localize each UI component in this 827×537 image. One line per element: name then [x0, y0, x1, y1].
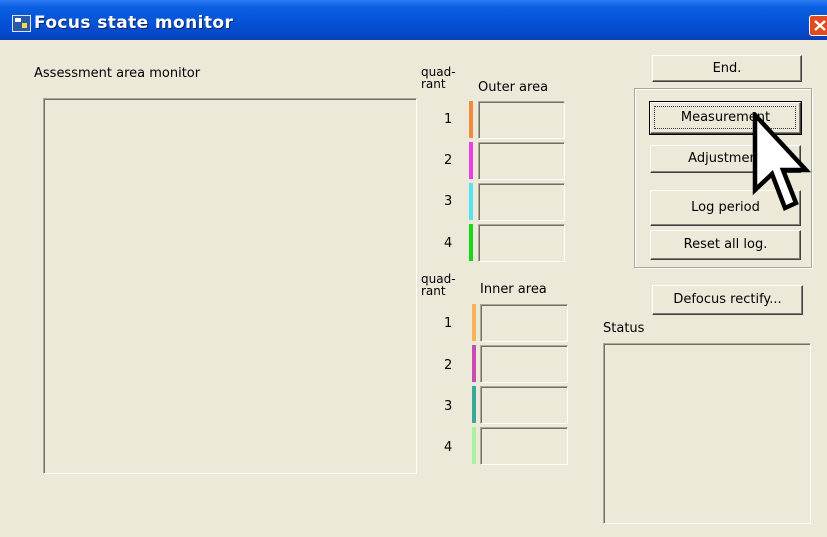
inner-quadrant-color-bar	[472, 427, 476, 464]
inner-quadrant-value-box	[480, 345, 568, 383]
inner-quadrant-color-bar	[472, 345, 476, 382]
inner-area-label: Inner area	[480, 282, 547, 297]
outer-quadrant-color-bar	[469, 183, 473, 220]
outer-quadrant-number: 4	[444, 236, 453, 251]
outer-quadrant-color-bar	[469, 224, 473, 261]
inner-quadrant-value-box	[480, 386, 568, 424]
outer-quad-label-bottom: rant	[421, 77, 446, 91]
assessment-area-title: Assessment area monitor	[34, 66, 201, 81]
outer-quadrant-value-box	[478, 142, 565, 180]
mouse-pointer-icon	[752, 112, 812, 212]
outer-quadrant-value-box	[478, 101, 565, 139]
outer-quadrant-number: 3	[444, 194, 453, 209]
inner-quadrant-color-bar	[472, 304, 476, 341]
inner-quad-label-bottom: rant	[421, 284, 446, 298]
inner-quadrant-number: 4	[444, 440, 453, 455]
title-bar[interactable]: Focus state monitor	[0, 0, 827, 40]
status-box	[603, 343, 811, 524]
close-icon[interactable]	[809, 15, 827, 36]
inner-quadrant-label: quad- rant	[421, 273, 456, 297]
inner-quadrant-color-bar	[472, 386, 476, 423]
outer-quadrant-value-box	[478, 224, 565, 262]
status-label: Status	[603, 321, 645, 336]
outer-quadrant-color-bar	[469, 142, 473, 179]
inner-quadrant-number: 3	[444, 399, 453, 414]
inner-quadrant-value-box	[480, 304, 568, 342]
window-title: Focus state monitor	[34, 13, 234, 33]
focus-state-monitor-window: Focus state monitor Assessment area moni…	[0, 0, 827, 537]
reset-all-log-button[interactable]: Reset all log.	[650, 230, 801, 260]
inner-quadrant-number: 2	[444, 358, 453, 373]
inner-quadrant-number: 1	[444, 316, 453, 331]
app-icon	[12, 15, 31, 32]
outer-quadrant-number: 2	[444, 153, 453, 168]
defocus-rectify-button[interactable]: Defocus rectify...	[652, 285, 803, 315]
outer-quadrant-number: 1	[444, 112, 453, 127]
assessment-area-monitor	[43, 98, 417, 474]
outer-quadrant-value-box	[478, 183, 565, 221]
end-button[interactable]: End.	[652, 55, 802, 82]
outer-area-label: Outer area	[478, 80, 549, 95]
inner-quadrant-value-box	[480, 427, 568, 465]
outer-quadrant-color-bar	[469, 101, 473, 138]
outer-quadrant-label: quad- rant	[421, 66, 456, 90]
